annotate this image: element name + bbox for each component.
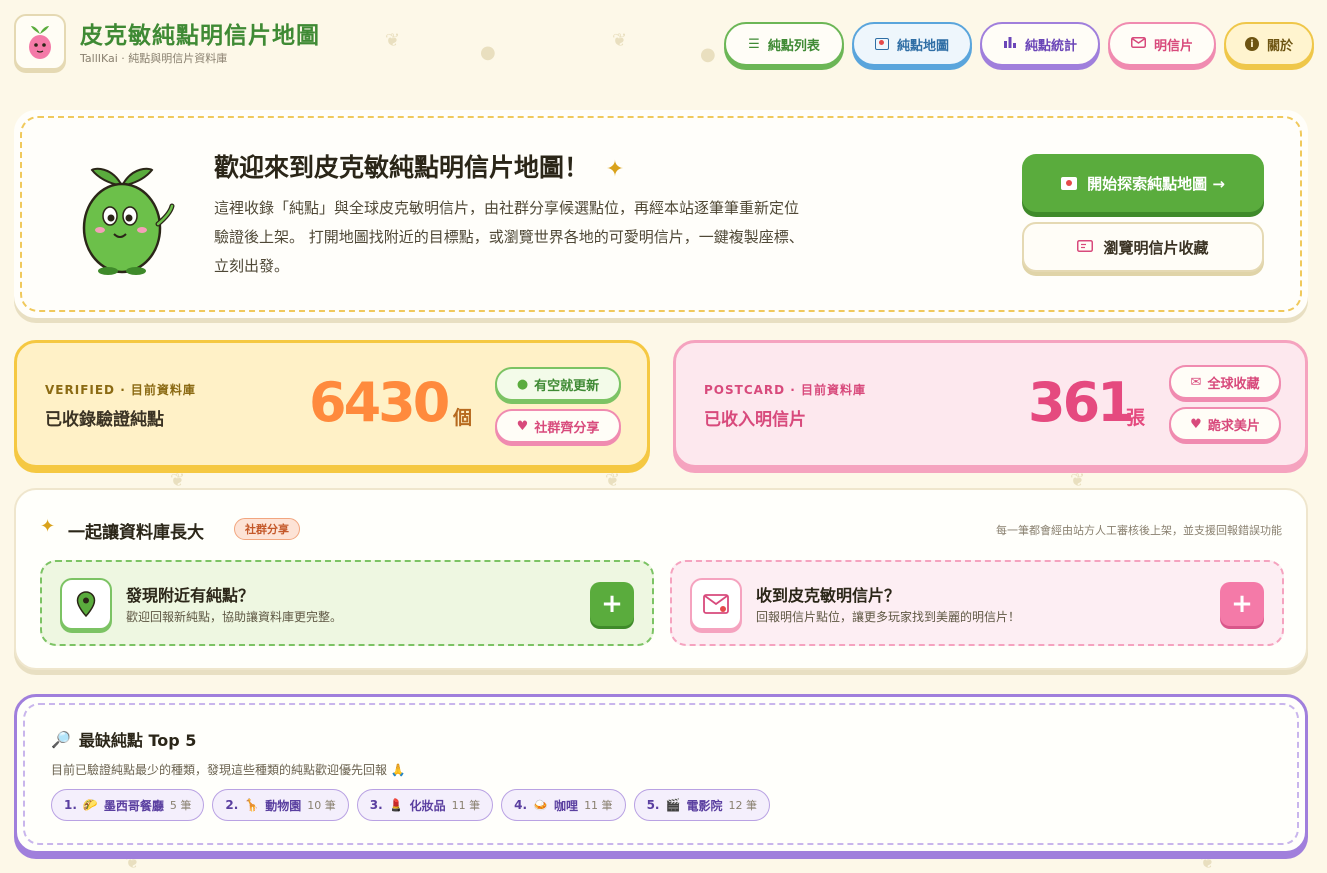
browse-postcards-label: 瀏覽明信片收藏 — [1103, 238, 1209, 257]
top5-item[interactable]: 1. 🌮 墨西哥餐廳 5 筆 — [51, 789, 205, 821]
review-note: 每一筆都會經由站方人工審核後上架，並支援回報錯誤功能 — [996, 524, 1282, 537]
nav-spot-map[interactable]: 純點地圖 — [852, 22, 972, 66]
nav-label: 關於 — [1266, 38, 1293, 54]
mail-icon: ✉ — [1190, 374, 1202, 390]
explore-map-button[interactable]: 開始探索純點地圖 → — [1022, 154, 1264, 212]
contribute-title: 一起讓資料庫長大 — [68, 523, 204, 543]
report-postcard-desc: 回報明信片點位，讓更多玩家找到美麗的明信片！ — [756, 610, 1021, 624]
pikmin-logo-icon — [29, 26, 51, 59]
community-badge: 社群分享 — [234, 518, 300, 540]
report-spot-card[interactable]: 發現附近有純點？ 歡迎回報新純點，協助讓資料庫更完整。 + — [40, 560, 654, 646]
community-share-chip[interactable]: ♥ 社群齊分享 — [495, 409, 621, 443]
postcard-count: 361 — [1028, 371, 1135, 434]
site-title: 皮克敏純點明信片地圖 — [80, 23, 320, 49]
lipstick-icon: 💄 — [388, 798, 404, 812]
curry-icon: 🍛 — [533, 798, 549, 812]
update-chip-label: 有空就更新 — [534, 378, 600, 394]
nav-spot-list[interactable]: ☰ 純點列表 — [724, 22, 844, 66]
add-spot-button[interactable]: + — [590, 582, 634, 626]
verified-spots-card: VERIFIED · 目前資料庫 已收錄驗證純點 6430 個 ● 有空就更新 … — [14, 340, 650, 468]
request-photos-chip[interactable]: ♥ 跪求美片 — [1169, 407, 1281, 441]
site-header: 皮克敏純點明信片地圖 TallIKai · 純點與明信片資料庫 ☰ 純點列表 純… — [14, 14, 1314, 74]
leaf-icon: ● — [516, 376, 529, 392]
sprout-decoration: ❦ — [125, 852, 141, 873]
postcards-card: POSTCARD · 目前資料庫 已收入明信片 361 張 ✉ 全球收藏 ♥ 跪… — [673, 340, 1308, 468]
hero-title: 歡迎來到皮克敏純點明信片地圖！ ✦ — [214, 153, 625, 182]
verified-kicker: VERIFIED · 目前資料庫 — [45, 383, 196, 397]
top5-list: 1. 🌮 墨西哥餐廳 5 筆 2. 🦒 動物園 10 筆 3. 💄 化妝品 11… — [51, 789, 770, 821]
taco-icon: 🌮 — [82, 798, 98, 812]
community-share-label: 社群齊分享 — [534, 420, 600, 436]
top5-item[interactable]: 4. 🍛 咖哩 11 筆 — [501, 789, 626, 821]
contribute-section: ✦ 一起讓資料庫長大 社群分享 每一筆都會經由站方人工審核後上架，並支援回報錯誤… — [14, 488, 1308, 670]
list-icon: ☰ — [748, 36, 760, 52]
top5-item[interactable]: 2. 🦒 動物園 10 筆 — [212, 789, 349, 821]
welcome-hero: 歡迎來到皮克敏純點明信片地圖！ ✦ 這裡收錄「純點」與全球皮克敏明信片，由社群分… — [14, 110, 1308, 318]
sprout-decoration: ❦ — [1200, 852, 1216, 873]
top5-section: 🔎 最缺純點 Top 5 目前已驗證純點最少的種類，發現這些種類的純點歡迎優先回… — [14, 694, 1308, 854]
hero-description: 這裡收錄「純點」與全球皮克敏明信片，由社群分享候選點位，再經本站逐筆筆重新定位驗… — [214, 199, 804, 275]
heart-icon: ♥ — [1190, 416, 1202, 432]
map-icon — [874, 38, 889, 50]
postcard-unit: 張 — [1126, 407, 1146, 429]
browse-postcards-button[interactable]: 瀏覽明信片收藏 — [1022, 222, 1264, 272]
heart-icon: ♥ — [516, 418, 529, 434]
global-collection-label: 全球收藏 — [1207, 376, 1260, 392]
sparkle-icon: ✦ — [605, 157, 625, 182]
top5-subtitle: 目前已驗證純點最少的種類，發現這些種類的純點歡迎優先回報 🙏 — [51, 763, 406, 777]
nav-label: 純點列表 — [767, 38, 820, 54]
nav-label: 純點地圖 — [896, 38, 949, 54]
top5-title: 🔎 最缺純點 Top 5 — [51, 729, 197, 751]
envelope-icon — [690, 578, 742, 630]
bar-chart-icon — [1003, 36, 1017, 52]
update-chip[interactable]: ● 有空就更新 — [495, 367, 621, 401]
clapperboard-icon: 🎬 — [665, 798, 681, 812]
explore-map-label: 開始探索純點地圖 → — [1087, 174, 1225, 193]
report-spot-desc: 歡迎回報新純點，協助讓資料庫更完整。 — [126, 610, 343, 624]
mail-icon — [1130, 36, 1146, 52]
report-spot-title: 發現附近有純點？ — [126, 586, 255, 605]
request-photos-label: 跪求美片 — [1207, 418, 1260, 434]
nav-postcards[interactable]: 明信片 — [1108, 22, 1216, 66]
main-nav: ☰ 純點列表 純點地圖 純點統計 明信片 i 關於 — [724, 22, 1314, 66]
top5-item[interactable]: 3. 💄 化妝品 11 筆 — [356, 789, 494, 821]
global-collection-chip[interactable]: ✉ 全球收藏 — [1169, 365, 1281, 399]
verified-label: 已收錄驗證純點 — [45, 410, 164, 430]
pikmin-mascot-icon — [82, 167, 175, 275]
postcard-label: 已收入明信片 — [704, 410, 806, 430]
report-postcard-title: 收到皮克敏明信片？ — [756, 586, 901, 605]
logo[interactable] — [14, 14, 66, 70]
postcard-kicker: POSTCARD · 目前資料庫 — [704, 383, 867, 397]
top5-item[interactable]: 5. 🎬 電影院 12 筆 — [633, 789, 770, 821]
report-postcard-card[interactable]: 收到皮克敏明信片？ 回報明信片點位，讓更多玩家找到美麗的明信片！ + — [670, 560, 1284, 646]
map-icon — [1061, 176, 1078, 190]
verified-count: 6430 — [309, 371, 450, 434]
location-pin-icon — [60, 578, 112, 630]
site-subtitle: TallIKai · 純點與明信片資料庫 — [80, 52, 228, 65]
postcard-icon — [1077, 238, 1094, 256]
nav-label: 明信片 — [1153, 38, 1193, 54]
add-postcard-button[interactable]: + — [1220, 582, 1264, 626]
nav-spot-stats[interactable]: 純點統計 — [980, 22, 1100, 66]
verified-unit: 個 — [453, 407, 473, 429]
sparkle-icon: ✦ — [40, 516, 56, 537]
nav-about[interactable]: i 關於 — [1224, 22, 1314, 66]
magnifier-icon: 🔎 — [51, 729, 71, 749]
giraffe-icon: 🦒 — [244, 798, 260, 812]
info-icon: i — [1244, 37, 1259, 51]
nav-label: 純點統計 — [1024, 38, 1077, 54]
